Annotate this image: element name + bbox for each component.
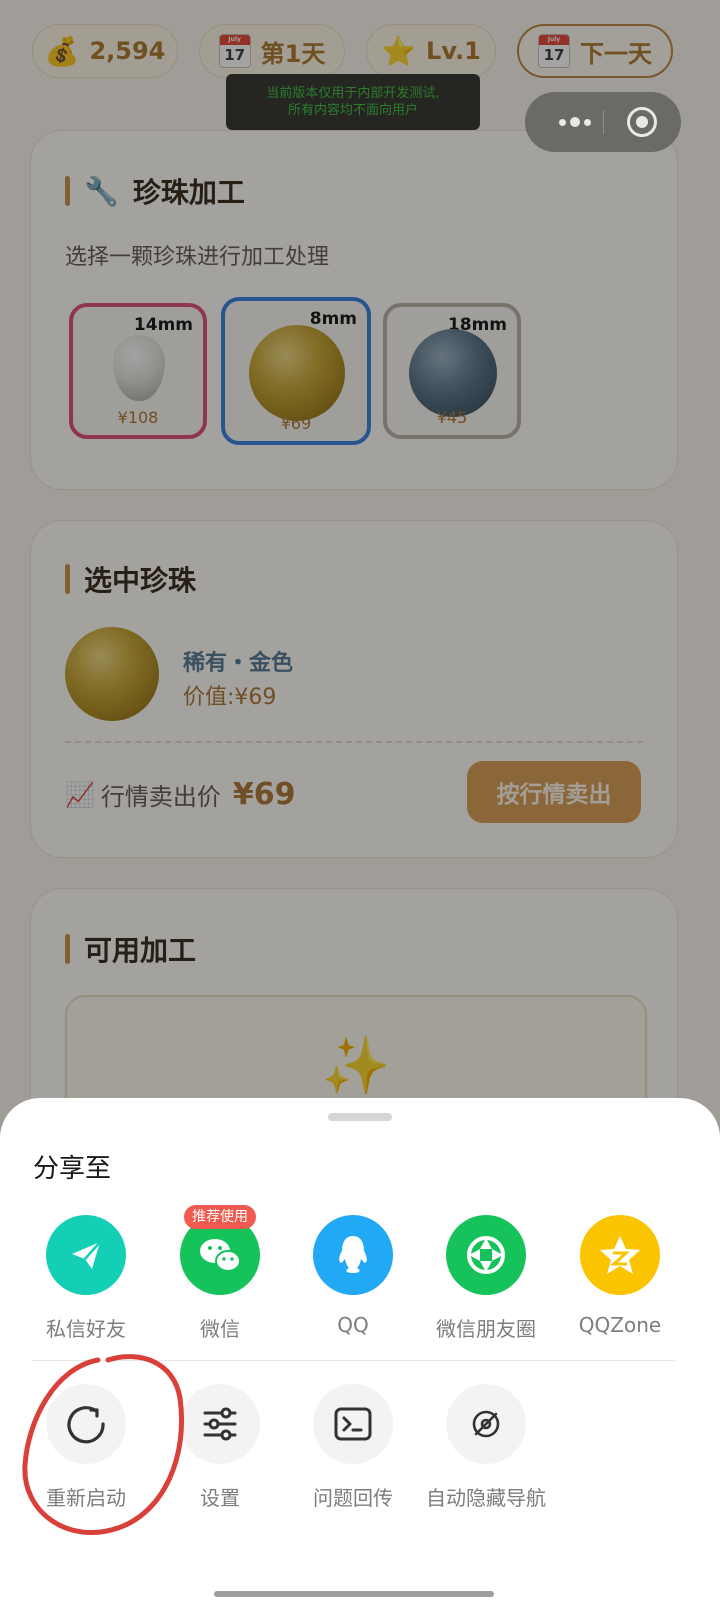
settings-button[interactable]: 设置 (150, 1384, 290, 1511)
terminal-icon (313, 1384, 393, 1464)
qq-penguin-icon (313, 1215, 393, 1295)
moments-icon (446, 1215, 526, 1295)
share-sheet: 分享至 私信好友 微信 QQ 微信朋友圈 QQZone 推荐使用 重新启动 设置… (0, 1098, 720, 1600)
share-qzone[interactable]: QQZone (550, 1215, 690, 1337)
qzone-star-icon (580, 1215, 660, 1295)
sheet-divider (32, 1360, 675, 1361)
miniprogram-capsule (525, 92, 681, 152)
recommend-badge: 推荐使用 (184, 1205, 256, 1229)
paper-plane-icon (46, 1215, 126, 1295)
share-moments[interactable]: 微信朋友圈 (416, 1215, 556, 1342)
home-indicator[interactable] (214, 1591, 494, 1597)
more-menu-button[interactable] (547, 92, 603, 152)
report-issue-button[interactable]: 问题回传 (283, 1384, 423, 1511)
restart-button[interactable]: 重新启动 (16, 1384, 156, 1511)
settings-sliders-icon (180, 1384, 260, 1464)
restart-icon (46, 1384, 126, 1464)
close-miniprogram-icon[interactable] (627, 107, 657, 137)
capsule-divider (603, 110, 604, 134)
sheet-drag-handle[interactable] (328, 1113, 392, 1121)
share-private-message[interactable]: 私信好友 (16, 1215, 156, 1342)
sheet-title: 分享至 (33, 1154, 112, 1184)
share-wechat[interactable]: 微信 (150, 1215, 290, 1342)
share-qq[interactable]: QQ (283, 1215, 423, 1337)
hide-navigation-icon (446, 1384, 526, 1464)
auto-hide-navigation-button[interactable]: 自动隐藏导航 (416, 1384, 556, 1511)
